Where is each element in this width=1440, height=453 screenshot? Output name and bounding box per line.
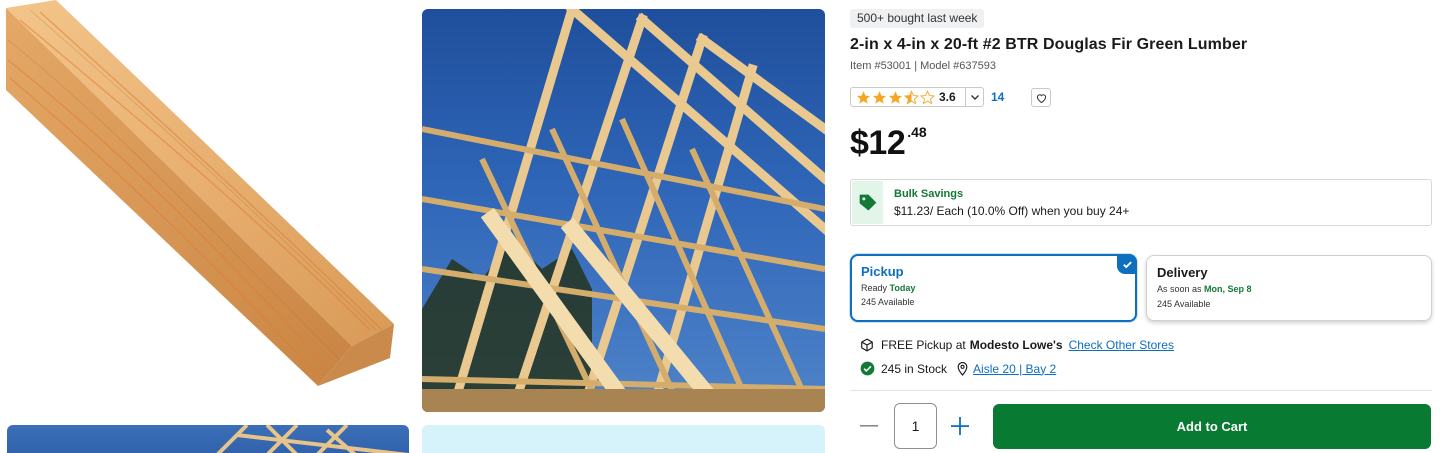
star-full-icon xyxy=(856,90,871,104)
checkmark-icon xyxy=(1117,254,1137,274)
social-proof-badge: 500+ bought last week xyxy=(850,9,985,28)
product-image-main[interactable] xyxy=(0,0,410,412)
review-count-link[interactable]: 14 xyxy=(991,90,1004,104)
product-thumbnail-sky[interactable] xyxy=(422,425,825,453)
chevron-down-icon[interactable] xyxy=(965,88,983,106)
pickup-title: Pickup xyxy=(861,264,904,279)
pickup-option[interactable]: Pickup Ready Today 245 Available xyxy=(850,254,1137,322)
price-tag-icon xyxy=(852,181,883,224)
product-thumbnail-roof-truss[interactable] xyxy=(7,425,409,453)
product-title: 2-in x 4-in x 20-ft #2 BTR Douglas Fir G… xyxy=(850,36,1248,53)
star-full-icon xyxy=(872,90,887,104)
price-cents: .48 xyxy=(907,124,927,140)
quantity-decrease-button[interactable] xyxy=(860,416,878,436)
store-name: Modesto Lowe's xyxy=(969,338,1063,352)
delivery-date: As soon as Mon, Sep 8 xyxy=(1157,284,1252,294)
pickup-ready: Ready Today xyxy=(861,283,916,293)
free-pickup-label: FREE Pickup at xyxy=(881,338,966,352)
rating-value: 3.6 xyxy=(939,90,956,104)
price-dollars: $12 xyxy=(850,124,906,162)
product-info-panel: 500+ bought last week 2-in x 4-in x 20-f… xyxy=(850,0,1432,453)
price: $12 .48 xyxy=(850,124,927,162)
add-to-cart-button[interactable]: Add to Cart xyxy=(993,404,1431,449)
bulk-savings-description: $11.23/ Each (10.0% Off) when you buy 24… xyxy=(894,204,1130,218)
bulk-savings-banner: Bulk Savings $11.23/ Each (10.0% Off) wh… xyxy=(850,179,1432,226)
check-other-stores-link[interactable]: Check Other Stores xyxy=(1069,338,1174,352)
delivery-title: Delivery xyxy=(1157,265,1208,280)
roof-truss-thumbnail xyxy=(216,425,409,453)
star-full-icon xyxy=(888,90,903,104)
divider xyxy=(850,390,1432,391)
free-pickup-row: FREE Pickup at Modesto Lowe's Check Othe… xyxy=(860,338,1174,352)
bulk-savings-title: Bulk Savings xyxy=(894,188,964,200)
roof-truss-image xyxy=(422,9,825,412)
minus-icon xyxy=(860,425,878,427)
heart-icon xyxy=(1036,93,1046,103)
delivery-availability: 245 Available xyxy=(1157,299,1211,309)
product-thumbnail xyxy=(422,425,825,453)
location-pin-icon xyxy=(957,361,968,376)
delivery-option[interactable]: Delivery As soon as Mon, Sep 8 245 Avail… xyxy=(1146,255,1432,321)
star-rating xyxy=(856,89,935,105)
rating-selector[interactable]: 3.6 xyxy=(850,87,984,107)
aisle-location-link[interactable]: Aisle 20 | Bay 2 xyxy=(973,362,1056,376)
star-half-icon xyxy=(904,89,919,104)
star-empty-icon xyxy=(920,89,935,104)
lumber-board-image xyxy=(6,0,394,386)
plus-icon xyxy=(951,417,969,435)
item-model-number: Item #53001 | Model #637593 xyxy=(850,60,996,72)
stock-status: 245 in Stock xyxy=(881,361,948,376)
stock-row: 245 in Stock Aisle 20 | Bay 2 xyxy=(860,361,1056,376)
pickup-availability: 245 Available xyxy=(861,297,915,307)
quantity-increase-button[interactable] xyxy=(950,416,970,436)
quantity-input[interactable]: 1 xyxy=(894,403,937,449)
package-icon xyxy=(861,338,873,352)
check-circle-icon xyxy=(860,361,875,376)
favorite-button[interactable] xyxy=(1031,88,1051,107)
product-image-roof-truss[interactable] xyxy=(422,9,825,412)
